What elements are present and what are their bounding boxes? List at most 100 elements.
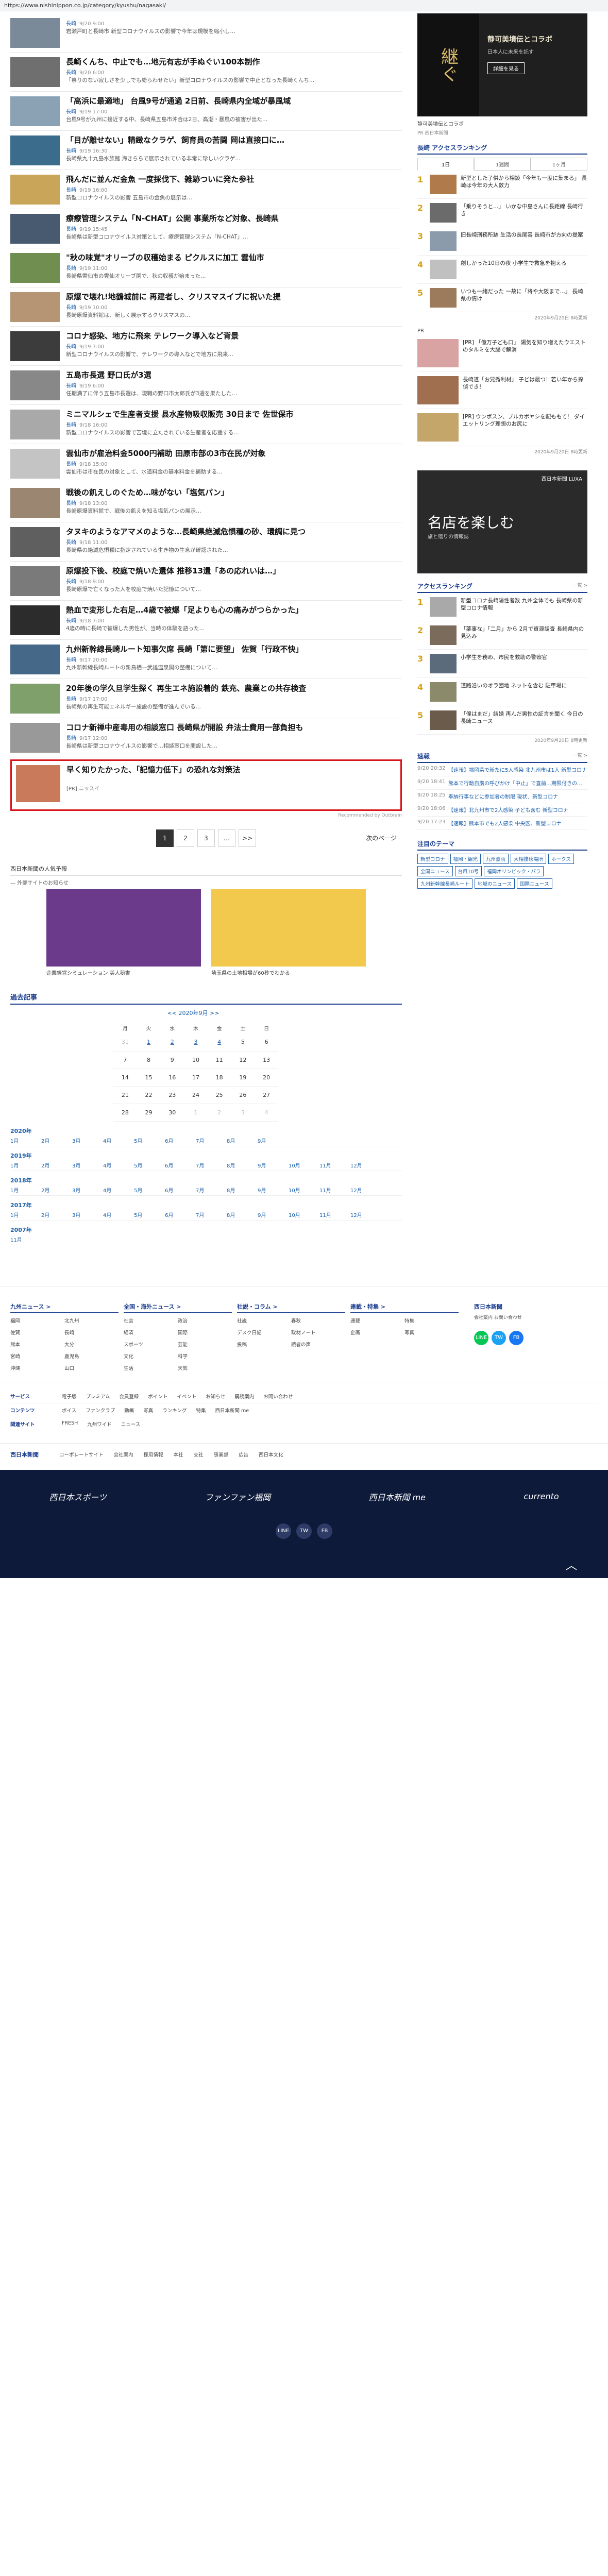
footer-link[interactable]: 佐賀 — [10, 1329, 64, 1336]
article-thumbnail[interactable] — [10, 410, 60, 439]
archive-month-link[interactable]: 2月 — [41, 1137, 72, 1144]
archive-month-link[interactable]: 8月 — [227, 1137, 258, 1144]
footer-link[interactable]: 山口 — [64, 1364, 119, 1371]
article-row[interactable]: 20年後の学久旦学生探く 再生エネ施設着的 鉄充、農業との共存検査 長崎 9/17 … — [10, 679, 402, 718]
access-ranking-more[interactable]: 一覧 > — [573, 582, 587, 590]
calendar-day[interactable]: 4 — [207, 1033, 231, 1052]
article-category[interactable]: 長崎 — [66, 383, 76, 389]
page-link-4[interactable]: … — [218, 829, 235, 847]
footer-link[interactable]: 読者の声 — [291, 1341, 345, 1348]
footer-service-link[interactable]: ファンクラブ — [86, 1406, 115, 1414]
sidebar-ad[interactable]: 継ぐ 静可美墳伝とコラボ 日本人に未来を託す 詳細を見る — [417, 13, 587, 116]
archive-month-link[interactable]: 3月 — [72, 1161, 103, 1169]
breaking-text[interactable]: 【速報】福岡県で新たに5人感染 北九州市は1人 新型コロナ — [448, 766, 587, 773]
article-title[interactable]: 長崎くんち、中止でも…地元有志が手ぬぐい100本制作 — [66, 57, 402, 67]
article-title[interactable]: 飛んだに並んだ金魚 一度採伐下、雑跡ついに発た参社 — [66, 175, 402, 184]
article-category[interactable]: 長崎 — [66, 21, 76, 27]
line-icon[interactable]: LINE — [276, 1523, 291, 1539]
ad-button[interactable]: 詳細を見る — [487, 62, 525, 74]
article-thumbnail[interactable] — [10, 331, 60, 361]
footer-link[interactable]: 宮崎 — [10, 1352, 64, 1360]
ranking-title[interactable]: 新型とした子供から相談「今年も一度に集まる」 長崎は今年の大人数力 — [461, 175, 587, 189]
footer-service-link[interactable]: 会員登録 — [119, 1393, 139, 1400]
archive-month-link[interactable]: 6月 — [165, 1211, 196, 1218]
archive-month-link[interactable]: 1月 — [10, 1161, 41, 1169]
footer-service-link[interactable]: ランキング — [162, 1406, 187, 1414]
article-thumbnail[interactable] — [10, 175, 60, 205]
article-category[interactable]: 長崎 — [66, 109, 76, 115]
archive-year[interactable]: 2019年 — [10, 1151, 402, 1160]
footer-service-link[interactable]: お知らせ — [206, 1393, 225, 1400]
sidebar-news-item[interactable]: 長崎道「お兄秀利材」 子どは最つ！若い年から探偵でき！ — [417, 372, 587, 409]
footer-link[interactable]: 文化 — [124, 1352, 178, 1360]
article-category[interactable]: 長崎 — [66, 422, 76, 428]
footer-link[interactable]: 国際 — [178, 1329, 232, 1336]
ranking-title[interactable]: 創しかった10日の夜 小学生で救急を抱える — [461, 260, 566, 267]
ranking-item[interactable]: 2 「薬事な」「二月」から 2月で資源調査 長崎県内の見込み — [417, 621, 587, 650]
ranking-title[interactable]: いつも一緒だった 一故に「将や大阪まで…」 長崎県の情け — [461, 288, 587, 302]
article-thumbnail[interactable] — [10, 135, 60, 165]
archive-month-link[interactable]: 7月 — [196, 1161, 227, 1169]
brand-logo[interactable]: currento — [524, 1492, 559, 1501]
footer-link[interactable]: 天気 — [178, 1364, 232, 1371]
archive-month-link[interactable]: 4月 — [103, 1137, 134, 1144]
calendar-day[interactable]: 1 — [137, 1033, 161, 1052]
ranking-thumbnail[interactable] — [430, 654, 457, 673]
archive-month-link[interactable]: 12月 — [350, 1161, 381, 1169]
article-title[interactable]: 20年後の学久旦学生探く 再生エネ施設着的 鉄充、農業との共存検査 — [66, 684, 402, 693]
archive-month-link[interactable]: 5月 — [134, 1186, 165, 1194]
line-icon[interactable]: LINE — [474, 1330, 488, 1345]
archive-month-link[interactable]: 7月 — [196, 1137, 227, 1144]
theme-tag[interactable]: 国際ニュース — [517, 878, 552, 889]
theme-tag[interactable]: 福岡オリンピック・パラ — [484, 866, 544, 876]
archive-month-link[interactable]: 1月 — [10, 1186, 41, 1194]
footer-link[interactable]: 特集 — [404, 1317, 459, 1324]
article-category[interactable]: 長崎 — [66, 70, 76, 76]
page-link-1[interactable]: 1 — [156, 829, 174, 847]
breaking-text[interactable]: 奉納行事などに参加者の制限 現状、新型コロナ — [448, 792, 558, 800]
ranking-tab[interactable]: 1ヶ月 — [531, 158, 587, 171]
article-thumbnail[interactable] — [10, 605, 60, 635]
article-category[interactable]: 長崎 — [66, 227, 76, 232]
footer-column-title[interactable]: 九州ニュース > — [10, 1302, 119, 1313]
archive-month-link[interactable]: 7月 — [196, 1211, 227, 1218]
archive-month-link[interactable]: 4月 — [103, 1161, 134, 1169]
article-category[interactable]: 長崎 — [66, 540, 76, 546]
archive-year[interactable]: 2018年 — [10, 1176, 402, 1184]
twitter-icon[interactable]: TW — [492, 1330, 506, 1345]
article-title[interactable]: "秋の味覚"オリーブの収穫始まる ピクルスに加工 雲仙市 — [66, 253, 402, 263]
footer-link[interactable]: 大分 — [64, 1341, 119, 1348]
promo-image[interactable] — [211, 889, 366, 967]
article-title[interactable]: タヌキのようなアマメのような…長崎県絶滅危惧種の砂、環調に見つ — [66, 527, 402, 537]
ranking-item[interactable]: 4 道路沿いのオラ団地 ネットを含む 駐車場に — [417, 678, 587, 706]
promo-card[interactable]: 埼玉県の土地相場が60秒でわかる — [211, 889, 366, 976]
article-row[interactable]: コロナ感染、地方に飛来 テレワーク導入など背景 長崎 9/19 7:00 新型コロナウ… — [10, 327, 402, 366]
article-row[interactable]: 原爆投下後、校庭で焼いた遺体 推移13遺「あの応れいは…」 長崎 9/18 9:00… — [10, 562, 402, 601]
article-thumbnail[interactable] — [10, 449, 60, 479]
archive-month-link[interactable]: 11月 — [10, 1235, 41, 1243]
article-row[interactable]: タヌキのようなアマメのような…長崎県絶滅危惧種の砂、環調に見つ 長崎 9/18 11… — [10, 522, 402, 562]
archive-month-link[interactable]: 7月 — [196, 1186, 227, 1194]
corporate-link[interactable]: 事業部 — [214, 1452, 229, 1458]
article-row[interactable]: 長崎くんち、中止でも…地元有志が手ぬぐい100本制作 長崎 9/20 6:00 「祭り… — [10, 53, 402, 92]
archive-month-link[interactable]: 2月 — [41, 1211, 72, 1218]
footer-link[interactable]: 沖縄 — [10, 1364, 64, 1371]
ranking-item[interactable]: 5 いつも一緒だった 一故に「将や大阪まで…」 長崎県の情け — [417, 284, 587, 312]
sidebar-news-item[interactable]: [PR] ウンボスン、ブルカボヤシを配ももて！ ダイエットリング理想のお尻に — [417, 409, 587, 446]
footer-link[interactable]: 科学 — [178, 1352, 232, 1360]
article-row[interactable]: 飛んだに並んだ金魚 一度採伐下、雑跡ついに発た参社 長崎 9/19 16:00 新型コ… — [10, 170, 402, 209]
article-category[interactable]: 長崎 — [66, 462, 76, 467]
footer-link[interactable]: 長崎 — [64, 1329, 119, 1336]
article-category[interactable]: 長崎 — [66, 266, 76, 272]
article-row[interactable]: 「目が離せない」精緻なクラゲ、飼育員の苦闘 岡は直接口に… 長崎 9/19 16:3… — [10, 131, 402, 170]
archive-month-link[interactable]: 1月 — [10, 1211, 41, 1218]
twitter-icon[interactable]: TW — [296, 1523, 312, 1539]
footer-service-link[interactable]: プレミアム — [86, 1393, 110, 1400]
archive-month-link[interactable]: 9月 — [258, 1161, 289, 1169]
article-row[interactable]: ミニマルシェで生産者支援 县水産物吸収販売 30日まで 佐世保市 長崎 9/18 1… — [10, 405, 402, 444]
footer-link[interactable]: スポーツ — [124, 1341, 178, 1348]
footer-service-link[interactable]: イベント — [177, 1393, 196, 1400]
footer-column-title[interactable]: 全国・海外ニュース > — [124, 1302, 232, 1313]
article-thumbnail[interactable] — [10, 370, 60, 400]
brand-logo[interactable]: 西日本スポーツ — [49, 1490, 107, 1503]
